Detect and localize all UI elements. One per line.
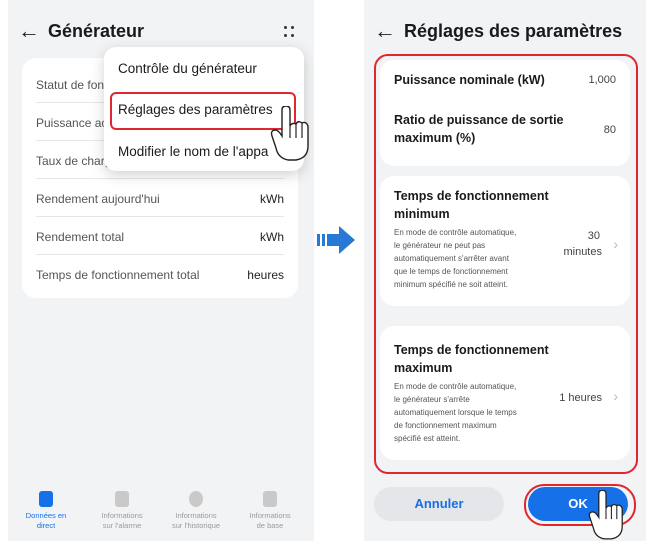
page-title: Réglages des paramètres	[404, 21, 623, 41]
back-arrow-icon[interactable]: ←	[374, 14, 396, 48]
row-total-yield: Rendement total kWh	[36, 230, 284, 244]
desc-line: En mode de contrôle automatique,	[394, 228, 517, 237]
more-options-icon[interactable]	[284, 26, 294, 38]
parameter-settings-screen: ← Réglages des paramètres Puissance nomi…	[364, 0, 646, 541]
desc-line: automatiquement lorsque le temps	[394, 408, 517, 417]
header: ← Réglages des paramètres	[364, 14, 646, 48]
tab-label: sur l'alarme	[102, 521, 142, 530]
row-label: Puissance ac	[36, 116, 108, 130]
pointing-hand-icon	[588, 490, 623, 540]
chevron-right-icon: ›	[613, 236, 618, 252]
chevron-right-icon: ›	[613, 388, 618, 404]
tab-label: Informations	[101, 511, 143, 520]
tab-basic-info[interactable]: Informations de base	[240, 491, 300, 531]
history-icon	[189, 491, 203, 507]
tab-label: de base	[256, 521, 284, 530]
desc-line: En mode de contrôle automatique,	[394, 382, 517, 391]
tab-label: direct	[36, 521, 56, 530]
min-runtime-value-unit: minutes	[563, 246, 602, 258]
max-runtime-value: 1 heures	[559, 392, 602, 404]
row-total-runtime: Temps de fonctionnement total heures	[36, 268, 284, 282]
menu-item-generator-control[interactable]: Contrôle du générateur	[118, 61, 257, 76]
transition-arrow-icon	[317, 226, 355, 254]
min-runtime-card[interactable]: Temps de fonctionnement minimum En mode …	[380, 176, 630, 306]
row-label: Rendement aujourd'hui	[36, 192, 160, 206]
desc-line: spécifié est atteint.	[394, 434, 461, 443]
highlight-box	[110, 92, 296, 130]
max-runtime-card[interactable]: Temps de fonctionnement maximum En mode …	[380, 326, 630, 460]
row-label: Statut de fon	[36, 78, 105, 92]
tab-alarm[interactable]: Informations sur l'alarme	[92, 491, 152, 531]
power-settings-card: Puissance nominale (kW) 1,000 Ratio de p…	[380, 60, 630, 166]
min-runtime-value-number: 30	[587, 230, 600, 242]
max-output-value[interactable]: 80	[604, 124, 616, 136]
max-runtime-label-line2: maximum	[394, 361, 453, 375]
divider	[36, 254, 284, 255]
max-runtime-description: En mode de contrôle automatique, le géné…	[394, 380, 517, 445]
rated-power-value[interactable]: 1,000	[588, 74, 616, 86]
max-output-label-line1: Ratio de puissance de sortie	[394, 113, 564, 127]
rated-power-label: Puissance nominale (kW)	[394, 73, 545, 87]
menu-item-rename-device[interactable]: Modifier le nom de l'appa	[118, 144, 268, 159]
min-runtime-label-line2: minimum	[394, 207, 450, 221]
row-label: Rendement total	[36, 230, 125, 244]
tab-history[interactable]: Informations sur l'historique	[166, 491, 226, 531]
generator-screen: ← Générateur Statut de fon Puissance ac …	[8, 0, 314, 541]
row-label: Taux de charg	[36, 154, 112, 168]
page-title: Générateur	[48, 21, 145, 41]
desc-line: automatiquement s'arrêter avant	[394, 254, 509, 263]
back-arrow-icon[interactable]: ←	[18, 14, 40, 48]
tab-label: Informations	[249, 511, 291, 520]
max-runtime-label-line1: Temps de fonctionnement	[394, 343, 549, 357]
desc-line: minimum spécifié ne soit atteint.	[394, 280, 508, 289]
tab-label: sur l'historique	[171, 521, 221, 530]
pointing-hand-icon	[270, 106, 309, 161]
bottom-tab-bar: Données en direct Informations sur l'ala…	[8, 485, 314, 541]
alarm-icon	[115, 491, 129, 507]
tab-label: Informations	[175, 511, 217, 520]
row-value: kWh	[260, 230, 284, 244]
cancel-button[interactable]: Annuler	[374, 487, 504, 521]
row-yield-today: Rendement aujourd'hui kWh	[36, 192, 284, 206]
header: ← Générateur	[8, 14, 314, 48]
desc-line: que le temps de fonctionnement	[394, 267, 508, 276]
row-value: heures	[247, 268, 284, 282]
desc-line: de fonctionnement maximum	[394, 421, 497, 430]
tab-label: Données en	[25, 511, 67, 520]
min-runtime-description: En mode de contrôle automatique, le géné…	[394, 226, 516, 291]
divider	[36, 216, 284, 217]
max-output-label-line2: maximum (%)	[394, 131, 476, 145]
row-label: Temps de fonctionnement total	[36, 268, 200, 282]
basic-info-icon	[263, 491, 277, 507]
tab-live-data[interactable]: Données en direct	[16, 491, 76, 531]
desc-line: le générateur s'arrête	[394, 395, 470, 404]
desc-line: le générateur ne peut pas	[394, 241, 486, 250]
divider	[36, 178, 284, 179]
row-value: kWh	[260, 192, 284, 206]
min-runtime-label-line1: Temps de fonctionnement	[394, 189, 549, 203]
live-data-icon	[39, 491, 53, 507]
